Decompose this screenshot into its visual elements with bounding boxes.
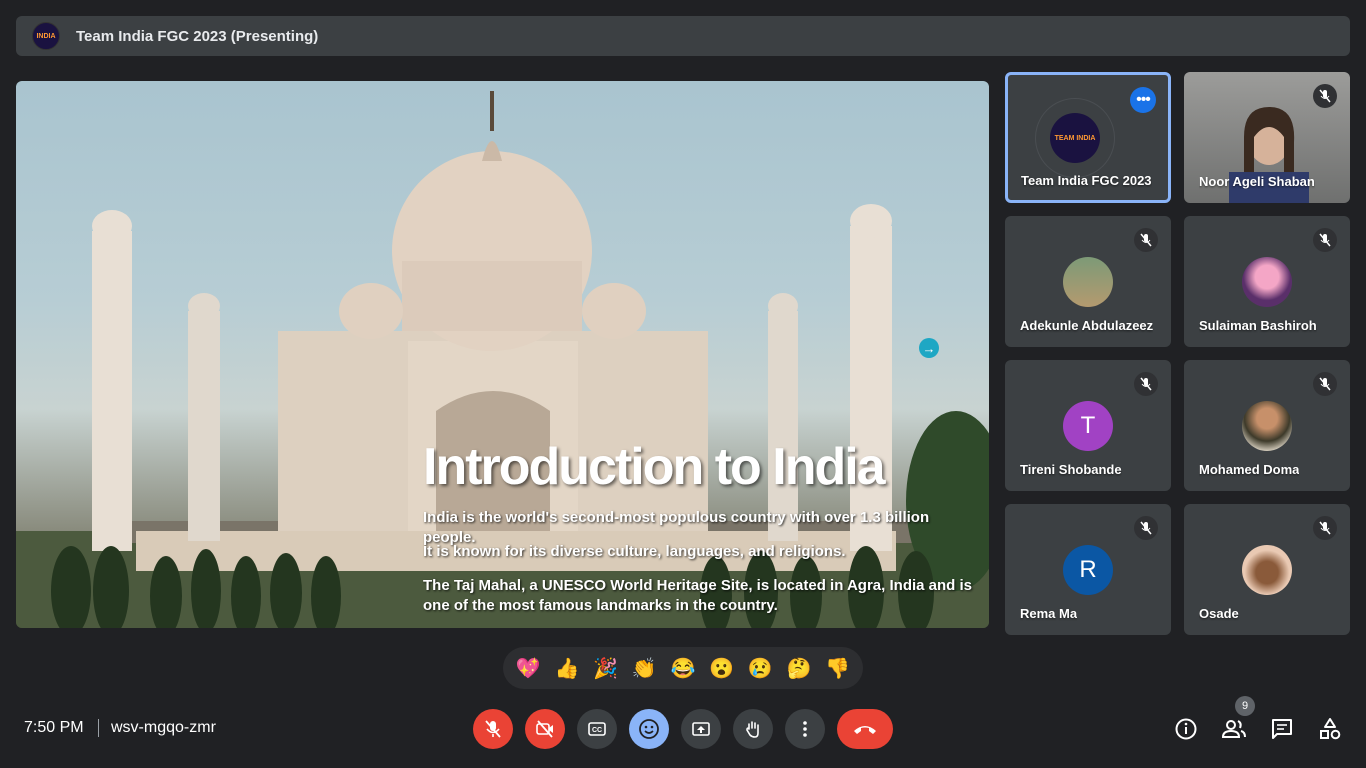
participant-name: Tireni Shobande (1020, 462, 1122, 477)
chat-icon (1272, 719, 1292, 739)
mic-off-icon (1313, 372, 1337, 396)
mic-off-icon (1134, 516, 1158, 540)
thumbs-down-reaction[interactable]: 👎 (822, 652, 854, 684)
participant-tile-mohamed[interactable]: Mohamed Doma (1184, 360, 1350, 491)
participant-tile-tireni[interactable]: T Tireni Shobande (1005, 360, 1171, 491)
participant-tile-team-india[interactable]: TEAM INDIA ••• Team India FGC 2023 (1005, 72, 1171, 203)
participant-tile-sulaiman[interactable]: Sulaiman Bashiroh (1184, 216, 1350, 347)
raise-hand-button[interactable] (733, 709, 773, 749)
hand-icon (746, 721, 759, 738)
svg-text:CC: CC (592, 727, 602, 734)
crying-face-reaction[interactable]: 😢 (744, 652, 776, 684)
meeting-title: Team India FGC 2023 (Presenting) (76, 27, 319, 45)
arrow-right-icon[interactable]: → (919, 338, 939, 358)
present-screen-button[interactable] (681, 709, 721, 749)
mic-off-icon (1313, 516, 1337, 540)
presentation-stage: Introduction to India India is the world… (16, 81, 989, 628)
clapping-hands-reaction[interactable]: 👏 (628, 652, 660, 684)
smiley-icon (639, 719, 659, 739)
avatar (1242, 257, 1292, 307)
participant-tile-noor[interactable]: Noor Ageli Shaban (1184, 72, 1350, 203)
meeting-time: 7:50 PM (24, 719, 84, 736)
closed-captions-icon: CC (588, 722, 606, 736)
mic-off-icon (1134, 372, 1158, 396)
participant-tile-adekunle[interactable]: Adekunle Abdulazeez (1005, 216, 1171, 347)
team-india-logo: TEAM INDIA (1035, 98, 1115, 178)
slide-title: Introduction to India (423, 438, 886, 496)
team-logo: INDIA (32, 22, 60, 50)
hang-up-icon (854, 726, 876, 734)
meeting-details-button[interactable] (1172, 715, 1200, 743)
party-popper-reaction[interactable]: 🎉 (590, 652, 622, 684)
sparkling-heart-reaction[interactable]: 💖 (512, 652, 544, 684)
participant-tile-osade[interactable]: Osade (1184, 504, 1350, 635)
more-vert-icon (803, 721, 807, 737)
reactions-bar: 💖 👍 🎉 👏 😂 😮 😢 🤔 👎 (503, 647, 863, 689)
tears-of-joy-reaction[interactable]: 😂 (667, 652, 699, 684)
avatar (1242, 401, 1292, 451)
avatar (1063, 257, 1113, 307)
slide-line-3: The Taj Mahal, a UNESCO World Heritage S… (423, 577, 973, 614)
participant-tile-rema[interactable]: R Rema Ma (1005, 504, 1171, 635)
participant-count-badge: 9 (1235, 696, 1255, 716)
microphone-toggle-button[interactable] (473, 709, 513, 749)
present-icon (692, 722, 710, 736)
participant-name: Noor Ageli Shaban (1199, 174, 1315, 189)
mic-off-icon (1313, 228, 1337, 252)
mic-off-icon (1134, 228, 1158, 252)
avatar-initial: T (1063, 401, 1113, 451)
activities-button[interactable] (1316, 715, 1344, 743)
avatar (1242, 545, 1292, 595)
more-options-icon[interactable]: ••• (1130, 87, 1156, 113)
participant-name: Osade (1199, 606, 1239, 621)
camera-toggle-button[interactable] (525, 709, 565, 749)
camera-off-icon (536, 720, 553, 738)
meeting-controls-bar: 7:50 PM wsv-mgqo-zmr CC 9 (0, 696, 1366, 768)
thinking-face-reaction[interactable]: 🤔 (783, 652, 815, 684)
participant-name: Mohamed Doma (1199, 462, 1300, 477)
divider (98, 719, 99, 737)
participant-name: Team India FGC 2023 (1021, 173, 1152, 188)
mic-off-icon (1313, 84, 1337, 108)
slide-content: Introduction to India India is the world… (16, 81, 989, 628)
leave-call-button[interactable] (837, 709, 893, 749)
surprised-face-reaction[interactable]: 😮 (706, 652, 738, 684)
participant-name: Sulaiman Bashiroh (1199, 318, 1317, 333)
chat-button[interactable] (1268, 715, 1296, 743)
info-icon (1175, 718, 1197, 740)
participant-name: Adekunle Abdulazeez (1020, 318, 1154, 333)
mic-off-icon (485, 720, 501, 738)
thumbs-up-reaction[interactable]: 👍 (551, 652, 583, 684)
more-options-button[interactable] (785, 709, 825, 749)
meeting-code: wsv-mgqo-zmr (111, 719, 216, 736)
people-button[interactable] (1220, 715, 1248, 743)
slide-line-2: It is known for its diverse culture, lan… (423, 543, 846, 560)
avatar-initial: R (1063, 545, 1113, 595)
participant-name: Rema Ma (1020, 606, 1078, 621)
meeting-header: INDIA Team India FGC 2023 (Presenting) (16, 16, 1350, 56)
people-icon (1221, 720, 1246, 738)
shapes-icon (1320, 718, 1341, 740)
emoji-reactions-button[interactable] (629, 709, 669, 749)
captions-button[interactable]: CC (577, 709, 617, 749)
